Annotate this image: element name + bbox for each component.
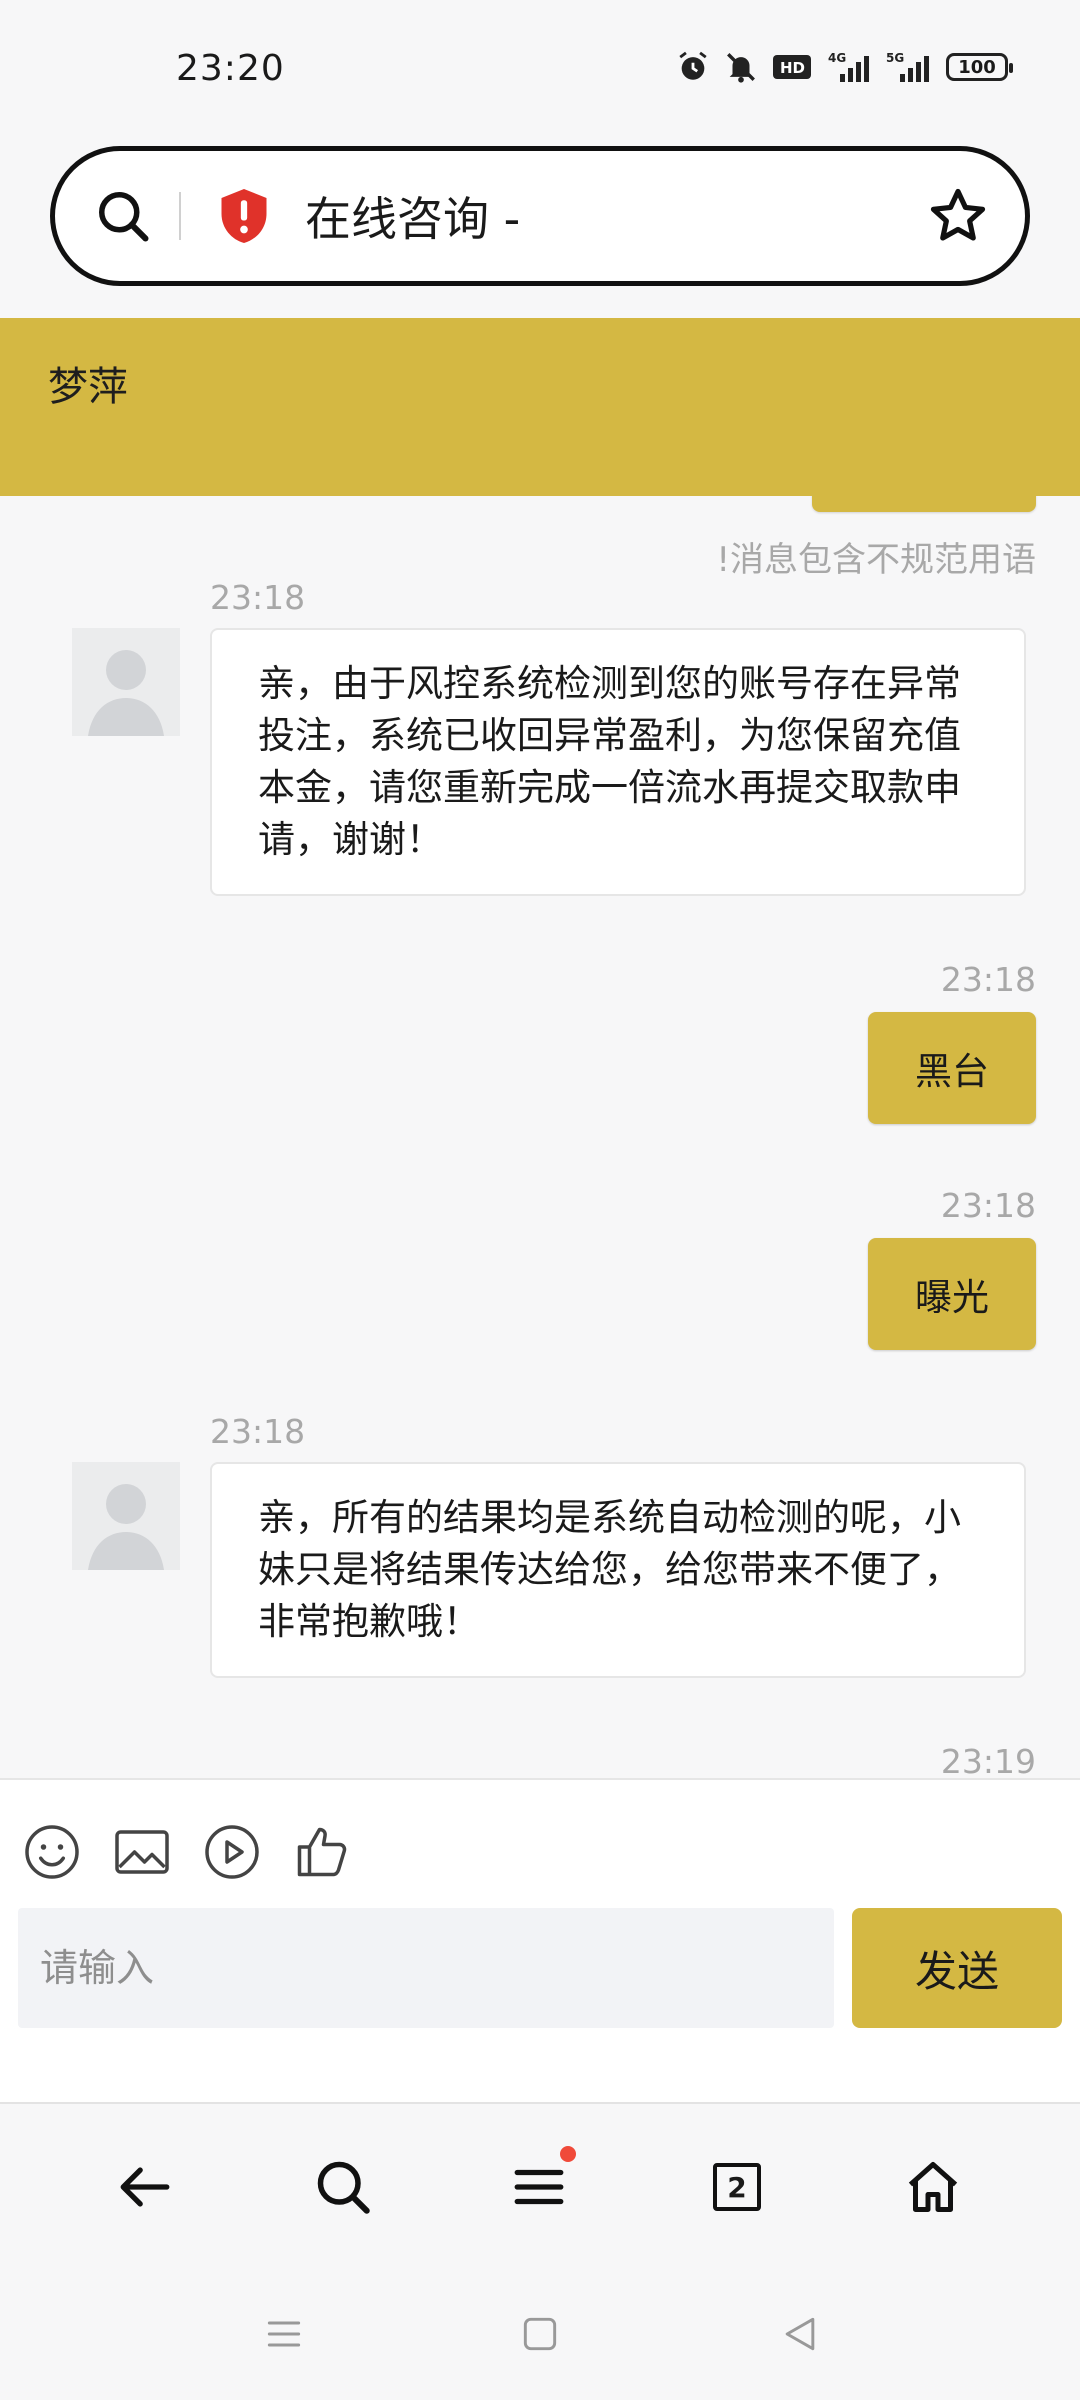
back-button[interactable] [110, 2152, 180, 2222]
recent-apps-icon[interactable] [262, 2312, 306, 2356]
search-icon [317, 2161, 370, 2214]
outgoing-message-bubble: 曝光 [868, 1238, 1036, 1350]
back-arrow-icon [120, 2167, 170, 2207]
hd-icon: HD [773, 55, 811, 79]
svg-text:HD: HD [780, 59, 805, 77]
tab-count-badge: 2 [713, 2163, 761, 2211]
svg-text:4G: 4G [828, 51, 846, 65]
menu-icon [514, 2169, 564, 2205]
browser-toolbar: 2 [0, 2102, 1080, 2264]
status-time: 23:20 [176, 48, 285, 89]
notification-dot [560, 2146, 576, 2162]
outgoing-message-bubble: 黑台 [868, 1012, 1036, 1124]
address-bar[interactable]: 在线咨询 - [50, 146, 1030, 286]
page-title[interactable]: 在线咨询 - [305, 183, 520, 249]
security-warning-icon[interactable] [217, 186, 271, 246]
message-composer: 发送 [0, 1778, 1080, 2104]
home-square-icon[interactable] [518, 2312, 562, 2356]
menu-button[interactable] [504, 2146, 576, 2222]
home-icon [908, 2162, 958, 2212]
system-nav-bar [0, 2262, 1080, 2400]
agent-avatar [72, 628, 180, 736]
composer-toolbar [22, 1822, 352, 1882]
home-button[interactable] [898, 2152, 968, 2222]
message-warning: !消息包含不规范用语 [716, 540, 1036, 580]
video-icon[interactable] [202, 1822, 262, 1882]
back-triangle-icon[interactable] [778, 2312, 822, 2356]
message-timestamp: 23:18 [940, 1186, 1036, 1225]
send-button[interactable]: 发送 [852, 1908, 1062, 2028]
chat-message-list[interactable]: !消息包含不规范用语 23:18 亲，由于风控系统检测到您的账号存在异常投注，系… [0, 496, 1080, 1778]
user-silhouette-icon [72, 628, 180, 736]
outgoing-bubble-partial [812, 496, 1036, 512]
search-button[interactable] [308, 2152, 378, 2222]
signal-4g-icon: 4G [828, 51, 869, 82]
bookmark-star-icon[interactable] [927, 185, 989, 247]
message-timestamp: 23:18 [210, 578, 306, 617]
signal-5g-icon: 5G [886, 51, 929, 82]
bell-muted-icon [727, 53, 755, 83]
status-bar: 23:20 HD 4G 5G 100 [0, 0, 1080, 140]
agent-avatar [72, 1462, 180, 1570]
alarm-icon [679, 51, 707, 80]
status-icons: HD 4G 5G 100 [676, 50, 1013, 84]
message-timestamp: 23:19 [940, 1742, 1036, 1778]
image-icon[interactable] [112, 1822, 172, 1882]
tabs-button[interactable]: 2 [702, 2152, 772, 2222]
message-timestamp: 23:18 [940, 960, 1036, 999]
agent-name: 梦萍 [48, 364, 128, 410]
message-timestamp: 23:18 [210, 1412, 306, 1451]
user-silhouette-icon [72, 1462, 180, 1570]
svg-text:5G: 5G [886, 51, 904, 65]
emoji-icon[interactable] [22, 1822, 82, 1882]
url-divider [179, 192, 181, 240]
message-input[interactable] [18, 1908, 834, 2028]
search-icon[interactable] [93, 186, 153, 246]
battery-indicator: 100 [946, 53, 1013, 81]
like-icon[interactable] [292, 1822, 352, 1882]
incoming-message-bubble: 亲，所有的结果均是系统自动检测的呢，小妹只是将结果传达给您，给您带来不便了，非常… [210, 1462, 1026, 1678]
chat-header: 梦萍 [0, 318, 1080, 496]
incoming-message-bubble: 亲，由于风控系统检测到您的账号存在异常投注，系统已收回异常盈利，为您保留充值本金… [210, 628, 1026, 896]
